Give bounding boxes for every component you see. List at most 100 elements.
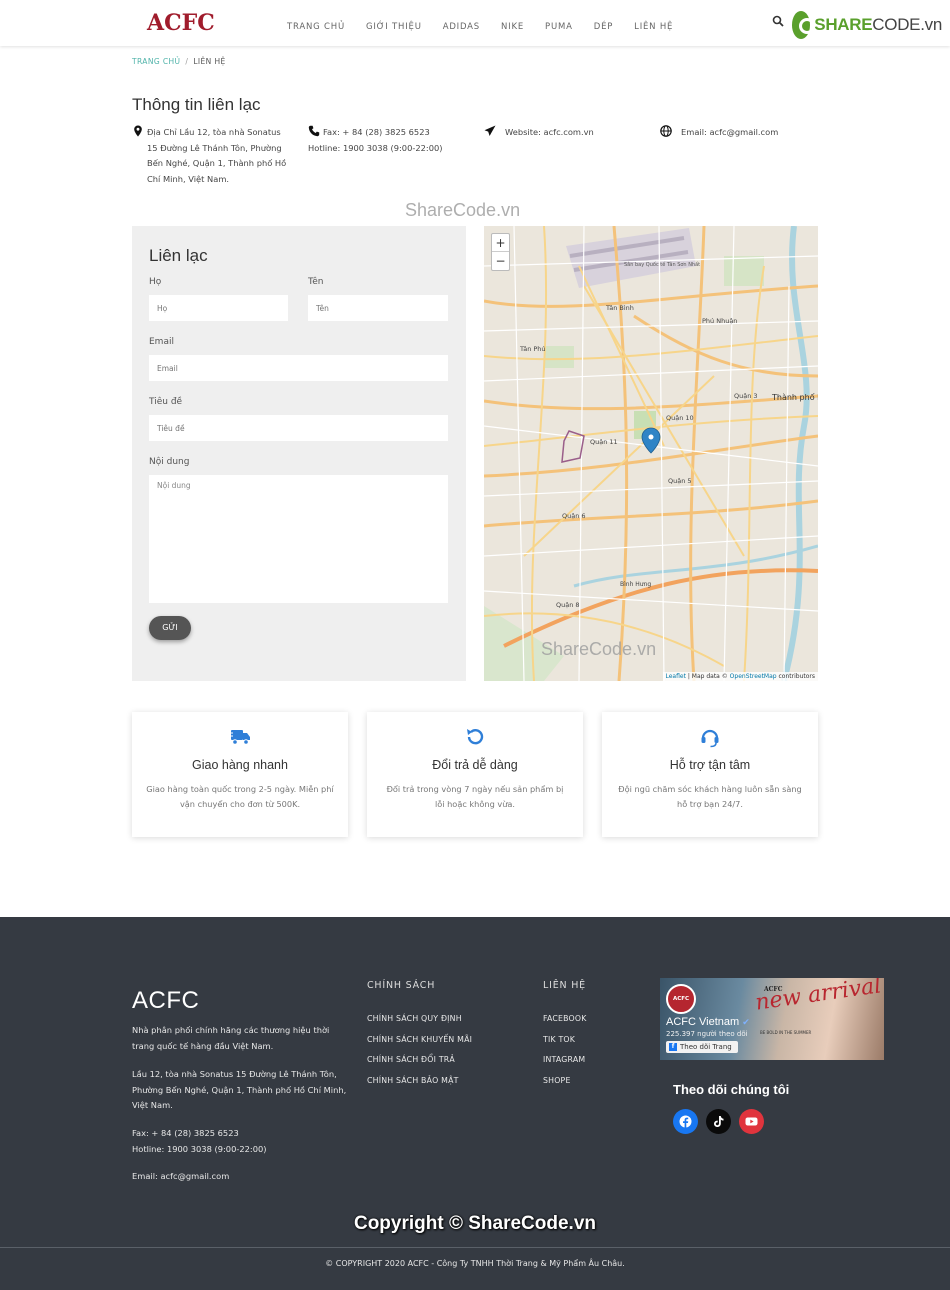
main-nav: TRANG CHỦ GIỚI THIỆU ADIDAS NIKE PUMA DÉ… bbox=[287, 22, 694, 32]
feature-card-returns: Đổi trả dễ dàng Đổi trả trong vòng 7 ngà… bbox=[367, 712, 583, 837]
form-title: Liên lạc bbox=[149, 246, 208, 265]
return-icon bbox=[467, 729, 484, 745]
first-name-label: Họ bbox=[149, 277, 162, 287]
fb-banner-text: new arrival bbox=[753, 978, 883, 1016]
verified-icon: ✔ bbox=[742, 1017, 750, 1027]
footer-contact-heading: LIÊN HỆ bbox=[543, 980, 586, 991]
nav-item-about[interactable]: GIỚI THIỆU bbox=[366, 22, 422, 32]
footer-policy-heading: CHÍNH SÁCH bbox=[367, 980, 436, 991]
leaflet-link[interactable]: Leaflet bbox=[666, 673, 686, 680]
footer-policy-link[interactable]: CHÍNH SÁCH ĐỔI TRẢ bbox=[367, 1055, 455, 1064]
contact-address: Địa Chỉ Lầu 12, tòa nhà Sonatus 15 Đường… bbox=[132, 125, 292, 187]
footer-about: Nhà phân phối chính hãng các thương hiệu… bbox=[132, 1025, 330, 1051]
map-label-phu-nhuan: Phú Nhuận bbox=[702, 317, 737, 325]
first-name-input[interactable] bbox=[149, 295, 288, 321]
contact-form: Liên lạc Họ Tên Email Tiêu đề Nội dung N… bbox=[132, 226, 466, 681]
footer-policy-link[interactable]: CHÍNH SÁCH KHUYẾN MÃI bbox=[367, 1035, 472, 1044]
feature-card-shipping: Giao hàng nhanh Giao hàng toàn quốc tron… bbox=[132, 712, 348, 837]
zoom-out-button[interactable]: − bbox=[492, 252, 509, 270]
contact-phone: Fax: + 84 (28) 3825 6523 Hotline: 1900 3… bbox=[308, 125, 478, 156]
breadcrumb-home[interactable]: TRANG CHỦ bbox=[132, 57, 180, 66]
nav-item-sandals[interactable]: DÉP bbox=[594, 22, 613, 32]
attribution-mid: | Map data © bbox=[685, 673, 730, 680]
fb-followers: 225.397 người theo dõi bbox=[666, 1030, 748, 1038]
sharecode-badge-icon bbox=[792, 11, 816, 39]
footer-fax: Fax: + 84 (28) 3825 6523 bbox=[132, 1128, 239, 1138]
content-textarea[interactable]: Nội dung bbox=[149, 475, 448, 603]
contact-fax: Fax: + 84 (28) 3825 6523 bbox=[323, 127, 430, 137]
sharecode-logo: SHARECODE.vn bbox=[792, 9, 942, 41]
footer-policy-link[interactable]: CHÍNH SÁCH BẢO MẬT bbox=[367, 1076, 459, 1085]
email-input[interactable] bbox=[149, 355, 448, 381]
site-header: ACFC TRANG CHỦ GIỚI THIỆU ADIDAS NIKE PU… bbox=[0, 0, 950, 46]
copyright-text: © COPYRIGHT 2020 ACFC - Công Ty TNHH Thờ… bbox=[325, 1259, 625, 1268]
footer-contact-link-tiktok[interactable]: TIK TOK bbox=[543, 1035, 575, 1044]
footer-contact-link-facebook[interactable]: FACEBOOK bbox=[543, 1014, 587, 1023]
breadcrumb-current: LIÊN HỆ bbox=[193, 57, 226, 66]
last-name-label: Tên bbox=[308, 277, 324, 287]
follow-title: Theo dõi chúng tôi bbox=[673, 1082, 790, 1097]
map-label-city: Thành phố Hồ Chí Minh bbox=[771, 392, 818, 402]
footer-contact-link-instagram[interactable]: INTAGRAM bbox=[543, 1055, 585, 1064]
feature-desc: Đội ngũ chăm sóc khách hàng luôn sẵn sàn… bbox=[618, 784, 802, 809]
footer-divider bbox=[0, 1247, 950, 1248]
zoom-in-button[interactable]: + bbox=[492, 234, 509, 252]
footer-policy-link[interactable]: CHÍNH SÁCH QUY ĐỊNH bbox=[367, 1014, 462, 1023]
nav-item-adidas[interactable]: ADIDAS bbox=[443, 22, 480, 32]
watermark-top: ShareCode.vn bbox=[405, 200, 521, 220]
copyright-watermark: Copyright © ShareCode.vn bbox=[353, 1213, 597, 1234]
feature-title: Đổi trả dễ dàng bbox=[432, 758, 518, 772]
youtube-social-button[interactable] bbox=[739, 1109, 764, 1134]
feature-desc: Giao hàng toàn quốc trong 2-5 ngày. Miễn… bbox=[146, 784, 334, 809]
map-label-binh-hung: Bình Hưng bbox=[620, 581, 651, 588]
feature-card-support: Hỗ trợ tận tâm Đội ngũ chăm sóc khách hà… bbox=[602, 712, 818, 837]
map-label-airport: Sân bay Quốc tế Tân Sơn Nhất bbox=[624, 261, 700, 268]
site-logo[interactable]: ACFC bbox=[147, 10, 215, 36]
map-label-quan-3: Quận 3 bbox=[734, 392, 758, 400]
map-label-tan-phu: Tân Phú bbox=[519, 345, 546, 353]
map[interactable]: Sân bay Quốc tế Tân Sơn Nhất Tân Bình Ph… bbox=[484, 226, 818, 681]
footer-hotline: Hotline: 1900 3038 (9:00-22:00) bbox=[132, 1144, 267, 1154]
last-name-input[interactable] bbox=[308, 295, 448, 321]
truck-icon bbox=[228, 730, 250, 745]
breadcrumb: TRANG CHỦ / LIÊN HỆ bbox=[132, 57, 226, 66]
send-button[interactable]: GỬI bbox=[149, 616, 191, 640]
content-label: Nội dung bbox=[149, 457, 190, 467]
footer-contact-link-shopee[interactable]: SHOPE bbox=[543, 1076, 571, 1085]
tiktok-icon bbox=[714, 1116, 724, 1127]
osm-link[interactable]: OpenStreetMap bbox=[730, 673, 777, 680]
footer-email: Email: acfc@gmail.com bbox=[132, 1171, 230, 1181]
nav-item-contact[interactable]: LIÊN HỆ bbox=[634, 22, 673, 32]
subject-label: Tiêu đề bbox=[149, 397, 183, 407]
fb-avatar: ACFC bbox=[666, 984, 696, 1014]
map-label-quan-11: Quận 11 bbox=[590, 438, 618, 446]
map-attribution: Leaflet | Map data © OpenStreetMap contr… bbox=[662, 672, 818, 681]
tiktok-social-button[interactable] bbox=[706, 1109, 731, 1134]
fb-page-name[interactable]: ACFC Vietnam bbox=[666, 1016, 739, 1028]
facebook-icon: f bbox=[669, 1043, 677, 1051]
nav-item-nike[interactable]: NIKE bbox=[501, 22, 524, 32]
contact-website-text[interactable]: Website: acfc.com.vn bbox=[484, 125, 644, 141]
sharecode-logo-rest: CODE.vn bbox=[872, 15, 942, 34]
map-label-quan-8: Quận 8 bbox=[556, 601, 580, 609]
contact-email-text[interactable]: Email: acfc@gmail.com bbox=[660, 125, 810, 141]
fb-banner-tag: BE BOLD IN THE SUMMER bbox=[760, 1030, 812, 1035]
nav-item-home[interactable]: TRANG CHỦ bbox=[287, 22, 345, 32]
contact-hotline: Hotline: 1900 3038 (9:00-22:00) bbox=[308, 142, 443, 153]
facebook-social-button[interactable] bbox=[673, 1109, 698, 1134]
map-label-tan-binh: Tân Bình bbox=[605, 304, 634, 312]
breadcrumb-separator: / bbox=[185, 57, 189, 66]
globe-icon bbox=[660, 125, 672, 137]
map-label-quan-5: Quận 5 bbox=[668, 477, 692, 485]
search-icon[interactable] bbox=[772, 15, 784, 27]
email-label: Email bbox=[149, 337, 174, 347]
fb-follow-button[interactable]: f Theo dõi Trang bbox=[666, 1041, 738, 1053]
nav-item-puma[interactable]: PUMA bbox=[545, 22, 573, 32]
contact-website: Website: acfc.com.vn bbox=[484, 125, 644, 141]
subject-input[interactable] bbox=[149, 415, 448, 441]
contact-address-text: Địa Chỉ Lầu 12, tòa nhà Sonatus 15 Đường… bbox=[147, 127, 287, 184]
facebook-page-card[interactable]: ACFC new arrival BE BOLD IN THE SUMMER A… bbox=[660, 978, 884, 1060]
watermark-map: ShareCode.vn bbox=[541, 639, 657, 659]
footer-brand: ACFC bbox=[132, 987, 200, 1014]
contact-email: Email: acfc@gmail.com bbox=[660, 125, 810, 141]
